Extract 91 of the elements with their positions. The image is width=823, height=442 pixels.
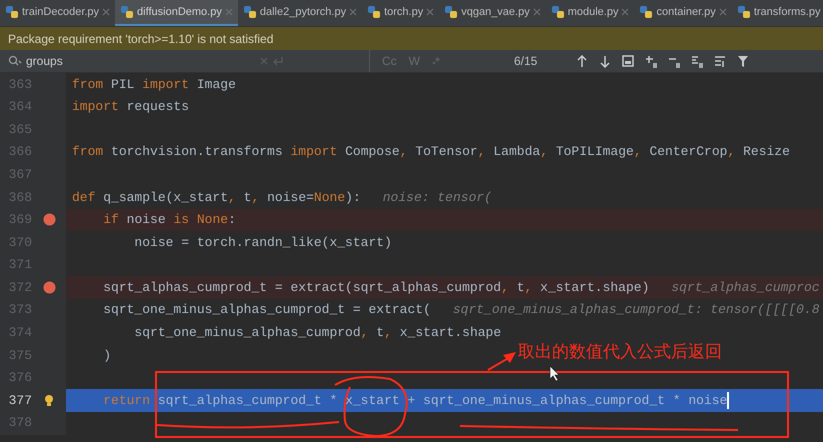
filter-list-icon[interactable] xyxy=(714,54,726,68)
python-file-icon xyxy=(367,5,382,19)
code-text: : xyxy=(228,211,236,230)
next-match-icon[interactable] xyxy=(599,54,611,68)
code-text: Compose xyxy=(345,143,400,162)
code-text: noise = torch.randn_like(x_start) xyxy=(134,234,392,252)
code-text: , xyxy=(524,278,532,297)
notification-banner: Package requirement 'torch>=1.10' is not satisfied xyxy=(0,27,823,50)
close-icon[interactable] xyxy=(102,8,110,16)
python-file-icon xyxy=(736,5,751,19)
search-input[interactable]: groups xyxy=(26,52,256,70)
match-count: 6/15 xyxy=(514,53,538,70)
close-icon[interactable] xyxy=(532,8,541,16)
code-text: CenterCrop xyxy=(649,143,728,162)
python-file-icon xyxy=(120,5,134,19)
code-text: , xyxy=(478,143,486,162)
code-text: , xyxy=(384,324,392,342)
python-file-icon xyxy=(550,5,565,19)
inline-value-hint: sqrt_alphas_cumproc xyxy=(671,278,820,297)
python-file-icon xyxy=(242,5,257,19)
filter-icon[interactable] xyxy=(737,54,749,68)
editor-tab[interactable]: module.py xyxy=(546,0,634,26)
mouse-cursor-icon xyxy=(550,365,560,382)
inline-value-hint: noise: tensor( xyxy=(382,188,492,207)
code-text: noise= xyxy=(267,188,314,207)
code-text: noise xyxy=(126,211,167,230)
code-text: , xyxy=(727,143,736,162)
code-text: , xyxy=(634,143,642,162)
editor-tab[interactable]: container.py xyxy=(634,0,732,26)
close-icon[interactable] xyxy=(718,8,727,16)
code-text: , xyxy=(540,143,548,162)
code-text: ToTensor xyxy=(415,143,478,162)
code-text: def xyxy=(72,188,96,207)
code-text: requests xyxy=(126,98,190,116)
code-text: , xyxy=(501,278,509,297)
code-text: , xyxy=(228,188,236,207)
line-number: 377 xyxy=(8,392,32,410)
code-text: sqrt_one_minus_alphas_cumprod_t = extract( xyxy=(103,301,431,320)
select-all-icon[interactable] xyxy=(622,54,634,68)
code-text: ToPILImage xyxy=(556,143,634,162)
search-icon xyxy=(8,55,22,67)
python-file-icon xyxy=(444,5,458,19)
code-text: sqrt_alphas_cumprod_t = extract(sqrt_alphas_cumprod xyxy=(103,278,502,297)
lightbulb-icon[interactable] xyxy=(44,394,54,408)
code-text: q_sample(x_start xyxy=(103,188,228,207)
code-text: t xyxy=(376,324,384,342)
annotation-text: 取出的数值代入公式后返回 xyxy=(518,341,722,364)
code-text: Resize xyxy=(743,143,790,162)
code-text: None xyxy=(314,188,346,207)
editor-tab[interactable]: vqgan_vae.py xyxy=(439,0,546,26)
inline-value-hint: sqrt_one_minus_alphas_cumprod_t: tensor([[[[0.8 xyxy=(452,301,820,320)
breakpoint-icon[interactable] xyxy=(42,281,56,294)
code-text: Image xyxy=(196,76,236,94)
code-text: t xyxy=(516,278,525,297)
editor-tab[interactable]: transforms.py xyxy=(732,0,823,26)
code-text: from xyxy=(72,143,104,162)
code-text: import xyxy=(72,98,119,116)
code-text: import xyxy=(290,143,338,162)
text-caret-icon xyxy=(727,392,729,410)
code-text: import xyxy=(142,76,190,94)
code-text: , xyxy=(360,324,368,342)
toggle-selection-icon[interactable] xyxy=(691,54,703,68)
close-icon[interactable] xyxy=(349,8,358,16)
code-text: x_start.shape) xyxy=(540,278,650,297)
code-text: t xyxy=(244,188,252,207)
code-text: if xyxy=(103,211,119,230)
code-text: from xyxy=(72,76,104,94)
previous-match-icon[interactable] xyxy=(576,54,588,68)
code-text: , xyxy=(400,143,408,162)
python-file-icon xyxy=(639,5,654,19)
code-text: , xyxy=(251,188,260,207)
breakpoint-icon[interactable] xyxy=(42,213,56,226)
search-field[interactable]: groups xyxy=(0,50,370,72)
close-icon[interactable] xyxy=(621,8,630,16)
editor-tab[interactable]: dalle2_pytorch.py xyxy=(238,0,362,26)
code-text: Lambda xyxy=(493,143,540,162)
close-icon[interactable] xyxy=(426,8,434,16)
annotation-arrow xyxy=(488,352,516,371)
add-selection-icon[interactable] xyxy=(645,54,657,68)
editor-tab[interactable]: trainDecoder.py xyxy=(0,0,116,26)
code-text: PIL xyxy=(111,76,136,94)
code-text: ) xyxy=(103,346,112,365)
python-file-icon xyxy=(5,5,19,19)
code-text: torchvision.transforms xyxy=(111,143,284,162)
code-text: sqrt_one_minus_alphas_cumprod xyxy=(134,324,361,342)
code-text: is None xyxy=(173,211,228,230)
editor-tab[interactable]: diffusionDemo.py xyxy=(115,0,238,26)
editor-tab[interactable]: torch.py xyxy=(362,0,440,26)
code-text: ): xyxy=(345,188,361,207)
code-text: return xyxy=(103,392,150,410)
code-text: x_start.shape xyxy=(400,324,502,342)
